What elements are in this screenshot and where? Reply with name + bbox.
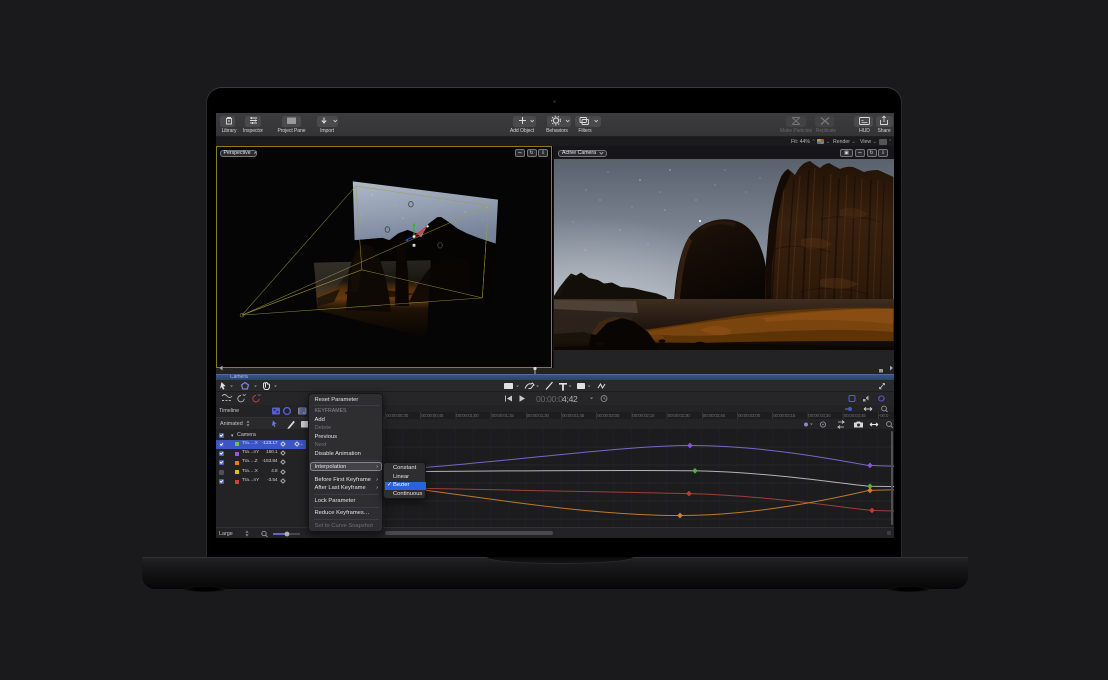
svg-text:00:00:0: 00:00:0 xyxy=(536,394,563,404)
svg-text:4;42: 4;42 xyxy=(562,394,578,404)
